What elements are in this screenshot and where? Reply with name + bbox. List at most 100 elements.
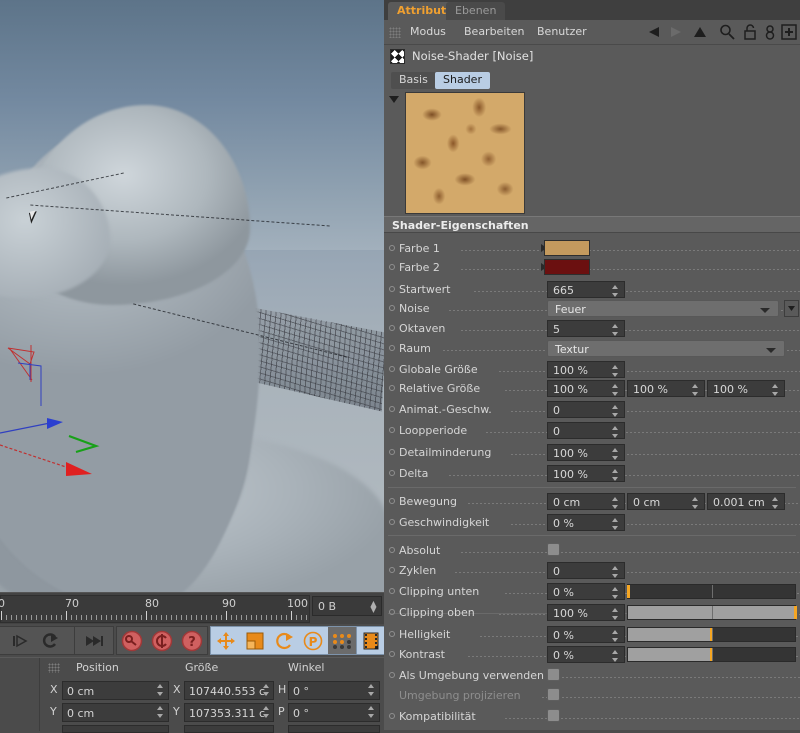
axis-gizmo[interactable]	[0, 330, 180, 510]
render-view-icon[interactable]	[357, 627, 385, 654]
animate-dot-icon[interactable]	[389, 427, 395, 433]
subtab-shader[interactable]: Shader	[435, 72, 490, 89]
dropdown-raum[interactable]: Textur	[547, 340, 785, 357]
slider-clipping-oben[interactable]	[627, 605, 797, 620]
animate-dot-icon[interactable]	[389, 713, 395, 719]
value-field[interactable]: 100 %	[547, 380, 625, 397]
animate-dot-icon[interactable]	[389, 264, 395, 270]
spinner-icon[interactable]	[611, 469, 619, 481]
timeline-bar[interactable]: 0 70 80 90 100 0 B ▲ ▼	[0, 592, 384, 624]
color-swatch[interactable]	[544, 259, 590, 275]
menu-modus[interactable]: Modus	[410, 25, 446, 38]
plus-box-icon[interactable]	[780, 23, 798, 41]
spinner-icon[interactable]	[611, 285, 619, 297]
slider-handle[interactable]	[626, 585, 630, 598]
animate-dot-icon[interactable]	[389, 385, 395, 391]
spinner-icon[interactable]	[611, 365, 619, 377]
animate-dot-icon[interactable]	[389, 672, 395, 678]
spinner-icon[interactable]	[611, 630, 619, 642]
coordinates-panel[interactable]: Position Größe Winkel X 0 cm X 107440.55…	[0, 657, 384, 733]
transform-tools-group[interactable]: P	[210, 626, 362, 655]
value-field-2[interactable]: 0 cm	[627, 493, 705, 510]
attribute-menubar[interactable]: Modus Bearbeiten Benutzer	[384, 20, 800, 45]
checkbox-als-umgebung-verwenden[interactable]	[547, 668, 560, 681]
slider-helligkeit[interactable]	[627, 627, 796, 642]
animate-dot-icon[interactable]	[389, 305, 395, 311]
animate-dot-icon[interactable]	[389, 567, 395, 573]
object-header[interactable]: Noise-Shader [Noise]	[384, 46, 800, 68]
panel-tabbar[interactable]: Attribute Ebenen	[384, 0, 800, 20]
spinner-icon[interactable]	[611, 518, 619, 530]
collapse-caret-icon[interactable]	[389, 96, 399, 103]
value-field-3[interactable]: 0.001 cm	[707, 493, 785, 510]
animate-dot-icon[interactable]	[389, 345, 395, 351]
frame-counter-field[interactable]: 0 B ▲ ▼	[312, 596, 382, 616]
angle-p-field[interactable]: 0 °	[288, 703, 380, 722]
value-field-3[interactable]: 100 %	[707, 380, 785, 397]
tab-ebenen[interactable]: Ebenen	[446, 2, 506, 20]
animate-dot-icon[interactable]	[389, 588, 395, 594]
position-y-field[interactable]: 0 cm	[62, 703, 169, 722]
menu-benutzer[interactable]: Benutzer	[537, 25, 587, 38]
panel-grip-icon[interactable]	[48, 663, 60, 673]
value-field[interactable]: 0	[547, 422, 625, 439]
spinner-icon[interactable]	[611, 587, 619, 599]
spinner-icon[interactable]	[156, 706, 164, 718]
size-y-field[interactable]: 107353.311 c	[184, 703, 274, 722]
autokey-icon[interactable]	[147, 627, 177, 654]
spinner-icon[interactable]	[262, 706, 270, 718]
animation-toolbar[interactable]: ? P	[0, 624, 386, 657]
dropdown-noise[interactable]: Feuer	[547, 300, 779, 317]
animate-dot-icon[interactable]	[389, 366, 395, 372]
animate-dot-icon[interactable]	[389, 609, 395, 615]
loop-icon[interactable]	[35, 627, 65, 654]
spinner-icon[interactable]	[367, 684, 375, 696]
animate-dot-icon[interactable]	[389, 631, 395, 637]
slider-handle[interactable]	[793, 606, 797, 619]
link-icon[interactable]	[761, 23, 779, 41]
move-tool-icon[interactable]	[211, 627, 240, 654]
checkbox-absolut[interactable]	[547, 543, 560, 556]
search-icon[interactable]	[718, 23, 736, 41]
value-field[interactable]: 100 %	[547, 604, 625, 621]
object-subtabs[interactable]: Basis Shader	[384, 72, 800, 91]
play-step-icon[interactable]	[5, 627, 35, 654]
menu-bearbeiten[interactable]: Bearbeiten	[464, 25, 524, 38]
angle-h-field[interactable]: 0 °	[288, 681, 380, 700]
spinner-icon[interactable]: ▲ ▼	[370, 600, 377, 614]
animate-dot-icon[interactable]	[389, 470, 395, 476]
timeline-ruler[interactable]: 0 70 80 90 100	[0, 595, 310, 623]
animate-dot-icon[interactable]	[389, 519, 395, 525]
spinner-icon[interactable]	[691, 384, 699, 396]
slider-clipping-unten[interactable]	[626, 584, 796, 599]
keyframe-help-icon[interactable]: ?	[177, 627, 207, 654]
subtab-basis[interactable]: Basis	[391, 72, 436, 89]
animate-dot-icon[interactable]	[389, 406, 395, 412]
keyframe-group[interactable]: ?	[116, 626, 208, 655]
forward-arrow-icon[interactable]	[666, 23, 684, 41]
value-field-2[interactable]: 100 %	[627, 380, 705, 397]
animate-dot-icon[interactable]	[389, 325, 395, 331]
spinner-icon[interactable]	[611, 448, 619, 460]
3d-viewport[interactable]	[0, 0, 384, 592]
value-field[interactable]: 0 %	[547, 514, 625, 531]
value-field[interactable]: 0 %	[547, 646, 625, 663]
value-field[interactable]: 100 %	[547, 444, 625, 461]
parametric-tool-icon[interactable]: P	[299, 627, 328, 654]
panel-grip-icon[interactable]	[389, 27, 401, 38]
position-x-field[interactable]: 0 cm	[62, 681, 169, 700]
unlock-icon[interactable]	[741, 23, 759, 41]
spinner-icon[interactable]	[367, 706, 375, 718]
value-field[interactable]: 0 %	[547, 626, 625, 643]
checkbox-umgebung-projizieren[interactable]	[547, 688, 560, 701]
spinner-icon[interactable]	[611, 426, 619, 438]
rotate-tool-icon[interactable]	[269, 627, 298, 654]
color-swatch[interactable]	[544, 240, 590, 256]
spinner-icon[interactable]	[262, 684, 270, 696]
position-z-field[interactable]	[62, 725, 169, 733]
animate-dot-icon[interactable]	[389, 286, 395, 292]
value-field[interactable]: 0 cm	[547, 493, 625, 510]
value-field[interactable]: 0	[547, 401, 625, 418]
spinner-icon[interactable]	[611, 650, 619, 662]
value-field[interactable]: 0	[547, 562, 625, 579]
